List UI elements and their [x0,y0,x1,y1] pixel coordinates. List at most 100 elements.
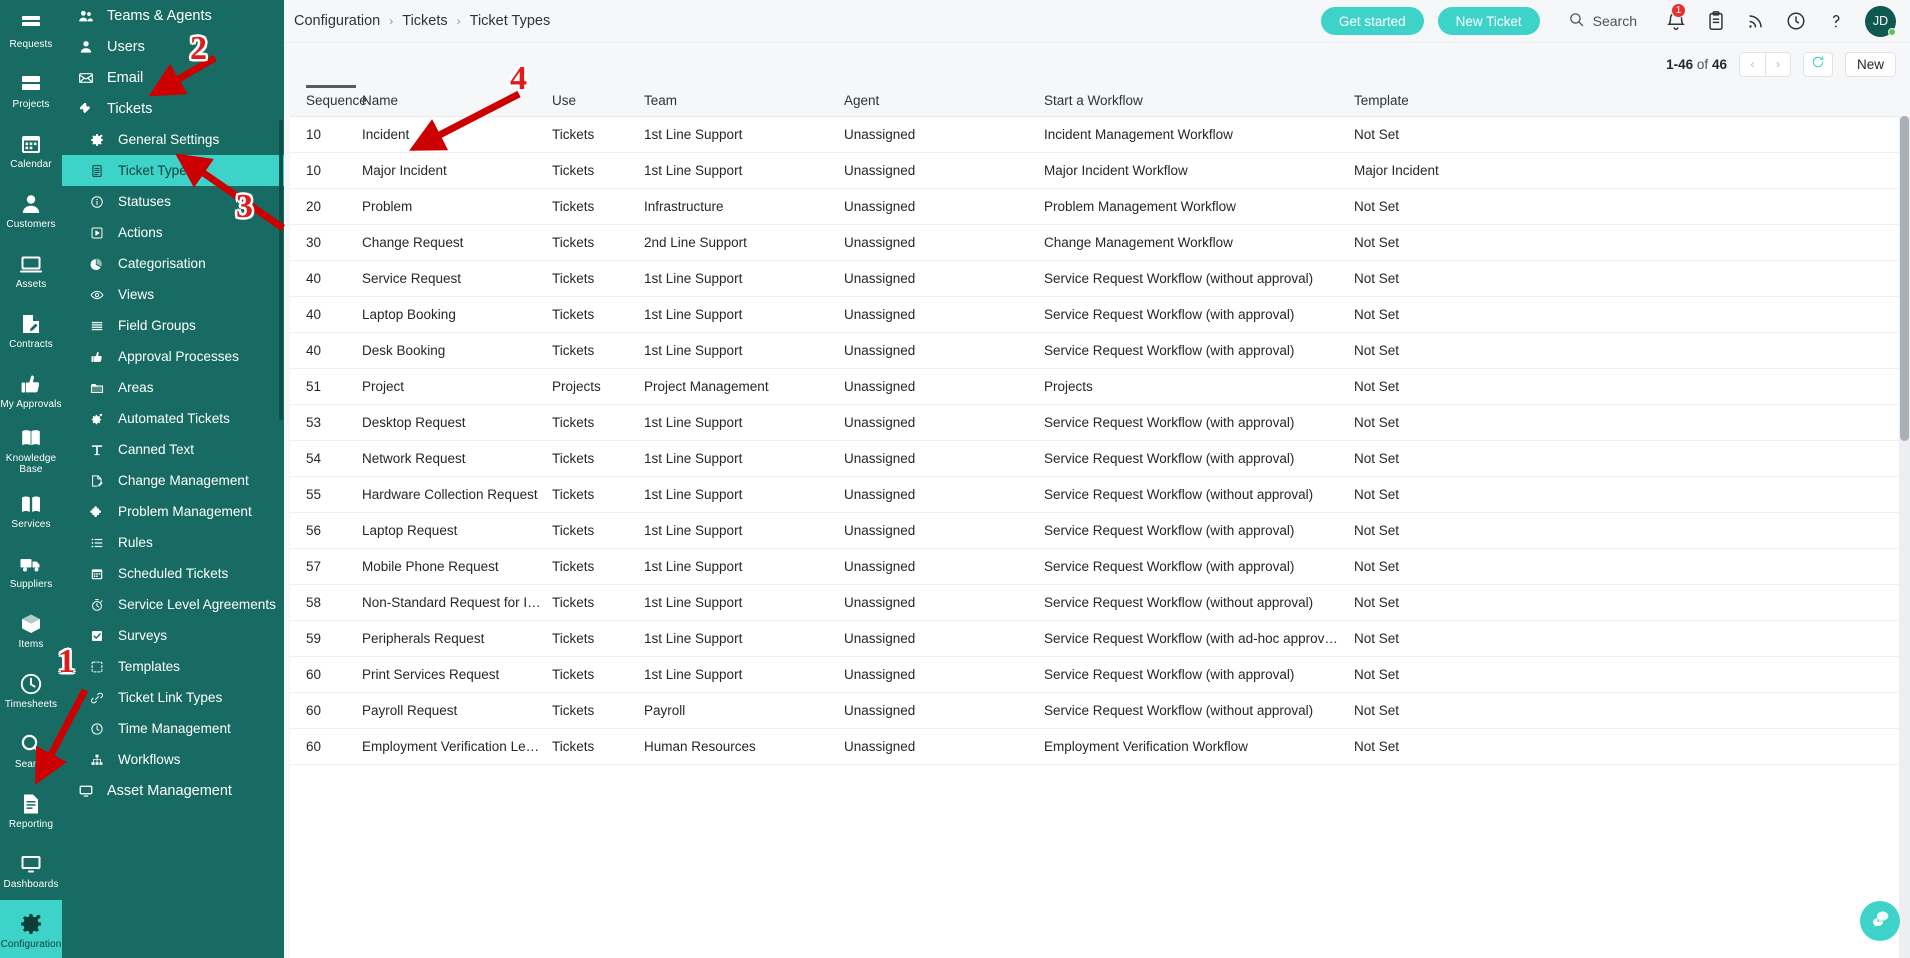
config-nav-item-users[interactable]: Users [62,31,284,62]
config-nav-item-workflows[interactable]: Workflows [62,744,284,775]
table-row[interactable]: 40 Service Request Tickets 1st Line Support… [290,260,1910,297]
breadcrumb-item-tickets[interactable]: Tickets [402,13,447,29]
rail-item-items[interactable]: Items [0,600,62,660]
config-nav-item-surveys[interactable]: Surveys [62,620,284,651]
help-question-icon[interactable] [1825,10,1847,32]
cell-template: Major Incident [1354,152,1910,189]
rail-item-customers[interactable]: Customers [0,180,62,240]
column-header-workflow[interactable]: Start a Workflow [1044,85,1354,117]
rail-item-knowledge-base[interactable]: Knowledge Base [0,420,62,480]
get-started-button[interactable]: Get started [1320,7,1424,35]
cell-workflow: Service Request Workflow (with ad-hoc ap… [1044,620,1354,657]
search-box[interactable]: Search [1568,11,1637,31]
table-row[interactable]: 58Non-Standard Request for IT HardwareTi… [290,584,1910,621]
column-header-template[interactable]: Template [1354,85,1910,117]
config-nav-item-scheduled-tickets[interactable]: Scheduled Tickets [62,558,284,589]
config-nav-item-change-management[interactable]: Change Management [62,465,284,496]
column-header-agent[interactable]: Agent [844,85,1044,117]
config-nav-item-actions[interactable]: Actions [62,217,284,248]
prev-page-button[interactable]: ‹ [1738,51,1765,77]
notifications-bell-icon[interactable]: 1 [1665,3,1687,32]
table-row[interactable]: 55 Hardware Collection Request Tickets 1st … [290,476,1910,513]
config-nav-item-field-groups[interactable]: Field Groups [62,310,284,341]
table-row[interactable]: 57 Mobile Phone Request Tickets 1st Line Su… [290,548,1910,585]
rail-item-reporting[interactable]: Reporting [0,780,62,840]
suppliers-icon [19,552,43,576]
table-row[interactable]: 40 Laptop Booking Tickets 1st Line Support U… [290,296,1910,333]
column-header-team[interactable]: Team [644,85,844,117]
config-nav-item-canned-text[interactable]: Canned Text [62,434,284,465]
config-nav-item-general-settings[interactable]: General Settings [62,124,284,155]
config-nav-item-ticket-link-types[interactable]: Ticket Link Types [62,682,284,713]
config-nav-item-categorisation[interactable]: Categorisation [62,248,284,279]
column-header-use[interactable]: Use [552,85,644,117]
table-row[interactable]: 60Employment Verification Letter Request… [290,728,1910,765]
pagination-buttons: ‹ › [1738,51,1791,77]
table-row[interactable]: 51 Project Projects Project Management Unass… [290,368,1910,405]
clipboard-icon[interactable] [1705,10,1727,32]
grid-vertical-scrollbar[interactable] [1899,116,1910,958]
config-nav-item-label: Service Level Agreements [118,597,276,612]
table-row[interactable]: 10 Incident Tickets 1st Line Support Unassig… [290,116,1910,153]
column-header-name[interactable]: Name [362,85,552,117]
new-record-button[interactable]: New [1844,51,1896,77]
configuration-nav-scrollbar[interactable] [279,120,283,420]
config-nav-item-views[interactable]: Views [62,279,284,310]
cell-use: Tickets [552,728,644,765]
cell-workflow: Service Request Workflow (with approval) [1044,404,1354,441]
table-row[interactable]: 59 Peripherals Request Tickets 1st Line Sup… [290,620,1910,657]
config-nav-item-email[interactable]: Email [62,62,284,93]
config-nav-item-asset-management[interactable]: Asset Management [62,775,284,806]
config-nav-item-service-level-agreements[interactable]: Service Level Agreements [62,589,284,620]
config-nav-item-automated-tickets[interactable]: Automated Tickets [62,403,284,434]
breadcrumb-item-ticket-types[interactable]: Ticket Types [470,13,551,29]
cell-use: Tickets [552,584,644,621]
rail-item-search[interactable]: Search [0,720,62,780]
rail-item-timesheets[interactable]: Timesheets [0,660,62,720]
config-nav-item-approval-processes[interactable]: Approval Processes [62,341,284,372]
table-row[interactable]: 30 Change Request Tickets 2nd Line Support U… [290,224,1910,261]
chat-support-button[interactable] [1860,901,1900,941]
history-clock-icon[interactable] [1785,10,1807,32]
table-row[interactable]: 56 Laptop Request Tickets 1st Line Support U… [290,512,1910,549]
table-row[interactable]: 60 Print Services Request Tickets 1st Line … [290,656,1910,693]
cell-agent: Unassigned [844,404,1044,441]
config-nav-item-problem-management[interactable]: Problem Management [62,496,284,527]
config-nav-item-areas[interactable]: Areas [62,372,284,403]
refresh-button[interactable] [1802,51,1833,77]
breadcrumb-item-configuration[interactable]: Configuration [294,13,380,29]
avatar[interactable]: JD [1865,5,1896,37]
table-row[interactable]: 53 Desktop Request Tickets 1st Line Support… [290,404,1910,441]
rail-item-services[interactable]: Services [0,480,62,540]
rail-item-contracts[interactable]: Contracts [0,300,62,360]
new-ticket-button[interactable]: New Ticket [1437,7,1540,35]
config-nav-item-templates[interactable]: Templates [62,651,284,682]
rail-item-dashboards[interactable]: Dashboards [0,840,62,900]
rail-item-calendar[interactable]: Calendar [0,120,62,180]
grid-scrollbar-thumb[interactable] [1900,116,1909,441]
rail-item-requests[interactable]: Requests [0,0,62,60]
reporting-icon [19,792,43,816]
table-row[interactable]: 10 Major Incident Tickets 1st Line Support U… [290,152,1910,189]
calendar-icon [88,565,105,582]
config-nav-item-label: Time Management [118,721,231,736]
config-nav-item-time-management[interactable]: Time Management [62,713,284,744]
rss-feed-icon[interactable] [1745,10,1767,32]
config-nav-item-tickets[interactable]: Tickets [62,93,284,124]
config-nav-item-rules[interactable]: Rules [62,527,284,558]
rail-item-configuration[interactable]: Configuration [0,900,62,958]
table-row[interactable]: 20 Problem Tickets Infrastructure Unassigned… [290,188,1910,225]
rail-item-suppliers[interactable]: Suppliers [0,540,62,600]
rail-item-assets[interactable]: Assets [0,240,62,300]
config-nav-item-teams-agents[interactable]: Teams & Agents [62,0,284,31]
rail-item-my-approvals[interactable]: My Approvals [0,360,62,420]
next-page-button[interactable]: › [1764,51,1791,77]
table-row[interactable]: 60 Payroll Request Tickets Payroll Unassigne… [290,692,1910,729]
column-header-sequence[interactable]: Sequence [290,85,367,117]
table-row[interactable]: 40 Desk Booking Tickets 1st Line Support Una… [290,332,1910,369]
table-row[interactable]: 54 Network Request Tickets 1st Line Support… [290,440,1910,477]
config-nav-item-ticket-types[interactable]: Ticket Types [62,155,284,186]
config-nav-item-statuses[interactable]: Statuses [62,186,284,217]
cell-template: Not Set [1354,656,1910,693]
rail-item-projects[interactable]: Projects [0,60,62,120]
